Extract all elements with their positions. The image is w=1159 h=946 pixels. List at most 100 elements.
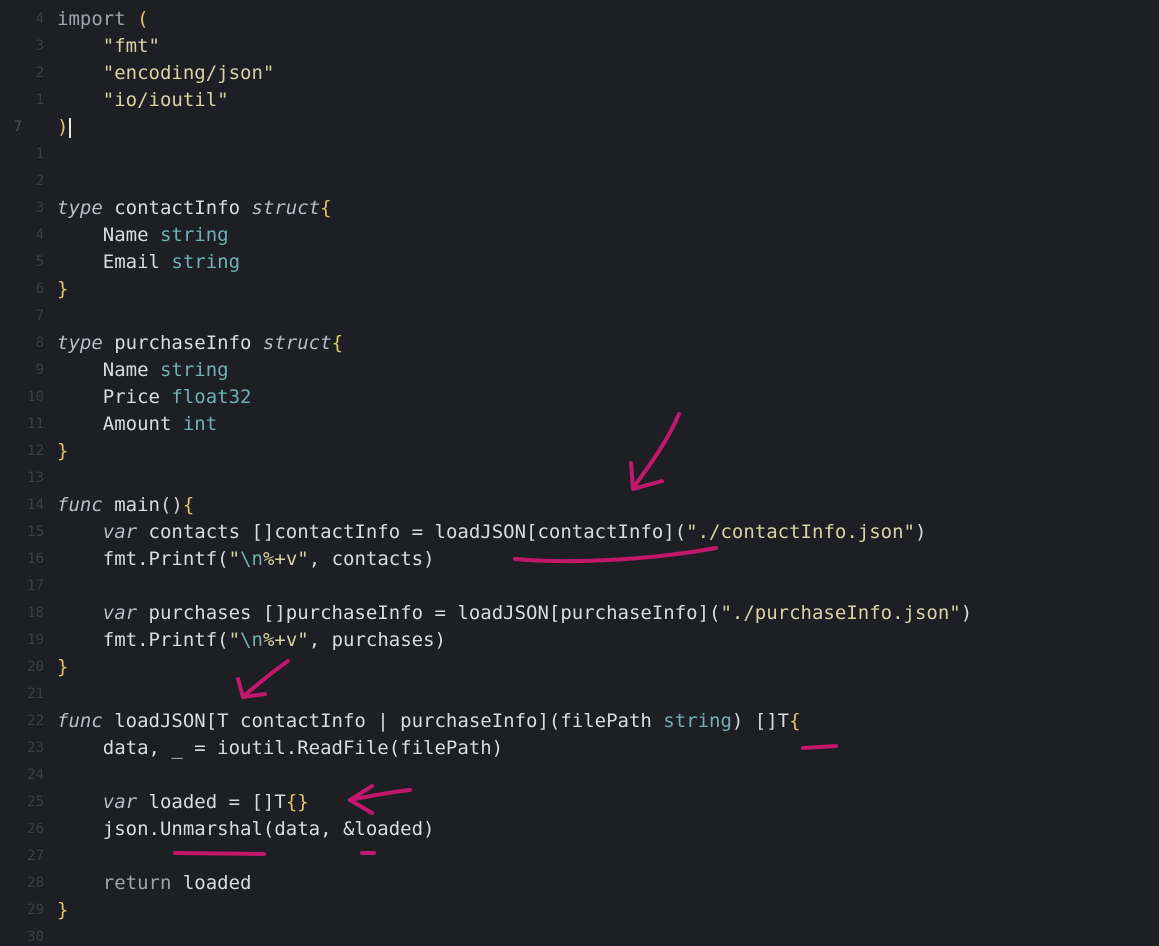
- code-text: Amount int: [57, 411, 217, 438]
- code-token: return: [102, 872, 172, 894]
- line-number: 2: [35, 173, 44, 189]
- code-token: func: [57, 494, 103, 516]
- code-token: "./purchaseInfo.json": [720, 602, 961, 624]
- code-line[interactable]: 2: [0, 168, 1159, 195]
- code-text: }: [57, 276, 68, 303]
- line-number: 12: [27, 443, 44, 459]
- code-line[interactable]: 2 "encoding/json": [0, 60, 1159, 87]
- code-token: loaded: [171, 872, 252, 894]
- line-number: 5: [35, 254, 44, 270]
- line-number: 4: [35, 11, 44, 27]
- code-line[interactable]: 4 Name string: [0, 222, 1159, 249]
- code-line[interactable]: 24: [0, 762, 1159, 789]
- code-token: struct: [262, 332, 332, 354]
- code-text: Name string: [57, 222, 229, 249]
- code-token: var: [102, 521, 138, 543]
- code-line[interactable]: 23 data, _ = ioutil.ReadFile(filePath): [0, 735, 1159, 762]
- code-line[interactable]: 27: [0, 843, 1159, 870]
- code-line[interactable]: 8 type purchaseInfo struct{: [0, 330, 1159, 357]
- code-token: int: [182, 413, 218, 435]
- code-line[interactable]: 28 return loaded: [0, 870, 1159, 897]
- code-token: %+v": [262, 548, 309, 570]
- code-line[interactable]: 22 func loadJSON[T contactInfo | purchase…: [0, 708, 1159, 735]
- code-token: string: [159, 224, 229, 246]
- code-line[interactable]: 11 Amount int: [0, 411, 1159, 438]
- code-token: contactInfo: [102, 197, 252, 219]
- code-line[interactable]: 16 fmt.Printf("\n%+v", contacts): [0, 546, 1159, 573]
- line-number: 1: [35, 146, 44, 162]
- code-text: "fmt": [57, 33, 160, 60]
- code-line[interactable]: 26 json.Unmarshal(data, &loaded): [0, 816, 1159, 843]
- code-editor[interactable]: 4 import (3 "fmt" 2 "encoding/json" 1 "io/i…: [0, 0, 1159, 946]
- line-number: 18: [27, 605, 44, 621]
- line-number: 10: [27, 389, 44, 405]
- line-number: 2: [35, 65, 44, 81]
- code-text: Name string: [57, 357, 229, 384]
- code-line[interactable]: 21: [0, 681, 1159, 708]
- code-text: data, _ = ioutil.ReadFile(filePath): [57, 735, 503, 762]
- code-text: Email string: [57, 249, 240, 276]
- code-token: string: [159, 359, 229, 381]
- code-text: import (: [57, 6, 149, 33]
- code-token: Name: [57, 359, 160, 381]
- code-line[interactable]: 1: [0, 141, 1159, 168]
- line-number: 29: [27, 902, 44, 918]
- code-line[interactable]: 9 Name string: [0, 357, 1159, 384]
- code-line[interactable]: 4 import (: [0, 6, 1159, 33]
- code-text: }: [57, 438, 68, 465]
- code-line[interactable]: 18 var purchases []purchaseInfo = loadJS…: [0, 600, 1159, 627]
- code-line[interactable]: 30: [0, 924, 1159, 946]
- code-line[interactable]: 10 Price float32: [0, 384, 1159, 411]
- code-token: var: [102, 602, 138, 624]
- code-token: {}: [285, 791, 309, 813]
- code-token: }: [57, 440, 69, 462]
- line-number: 24: [27, 767, 44, 783]
- code-token: (: [137, 8, 149, 30]
- code-text: ): [57, 114, 72, 141]
- line-number: 25: [27, 794, 44, 810]
- line-number: 30: [27, 929, 44, 945]
- code-line[interactable]: 12}: [0, 438, 1159, 465]
- code-token: {: [331, 332, 344, 354]
- code-token: type: [57, 197, 103, 219]
- code-line[interactable]: 20}: [0, 654, 1159, 681]
- code-line[interactable]: 1 "io/ioutil": [0, 87, 1159, 114]
- line-number: 16: [27, 551, 44, 567]
- code-line[interactable]: 13: [0, 465, 1159, 492]
- code-line[interactable]: 25 var loaded = []T{}: [0, 789, 1159, 816]
- code-token: ": [228, 629, 241, 651]
- code-line[interactable]: 19 fmt.Printf("\n%+v", purchases): [0, 627, 1159, 654]
- code-line[interactable]: 14 func main(){: [0, 492, 1159, 519]
- code-token: ): [914, 521, 927, 543]
- code-token: }: [57, 899, 69, 921]
- code-line[interactable]: 3 "fmt": [0, 33, 1159, 60]
- code-text: json.Unmarshal(data, &loaded): [57, 816, 435, 843]
- code-line[interactable]: 29}: [0, 897, 1159, 924]
- code-line[interactable]: 15 var contacts []contactInfo = loadJSON…: [0, 519, 1159, 546]
- code-token: \n: [240, 629, 263, 651]
- code-text: return loaded: [57, 870, 252, 897]
- code-line[interactable]: 7): [0, 114, 1159, 141]
- line-number: 3: [35, 200, 44, 216]
- code-token: json.Unmarshal(data, &loaded): [57, 818, 435, 840]
- code-line[interactable]: 7: [0, 303, 1159, 330]
- code-text: fmt.Printf("\n%+v", contacts): [57, 546, 435, 573]
- code-line[interactable]: 17: [0, 573, 1159, 600]
- text-cursor: [69, 117, 72, 138]
- code-token: ): [57, 116, 69, 138]
- code-token: "io/ioutil": [57, 89, 229, 111]
- code-token: loadJSON[T contactInfo | purchaseInfo](f…: [102, 710, 664, 732]
- line-number: 3: [35, 38, 44, 54]
- line-number: 26: [27, 821, 44, 837]
- code-line[interactable]: 5 Email string: [0, 249, 1159, 276]
- line-number: 14: [27, 497, 44, 513]
- code-line[interactable]: 6}: [0, 276, 1159, 303]
- code-token: Amount: [57, 413, 183, 435]
- code-token: purchaseInfo: [102, 332, 263, 354]
- code-line[interactable]: 3 type contactInfo struct{: [0, 195, 1159, 222]
- code-text: Price float32: [57, 384, 252, 411]
- line-number: 9: [35, 362, 44, 378]
- code-token: func: [57, 710, 103, 732]
